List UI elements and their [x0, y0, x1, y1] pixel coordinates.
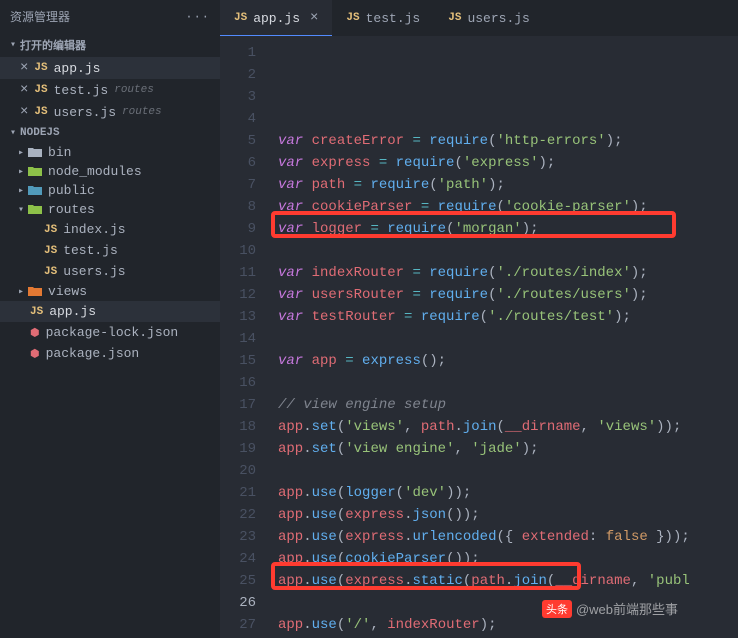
- js-icon: JS: [34, 84, 47, 96]
- code-line[interactable]: app.set('views', path.join(__dirname, 'v…: [268, 416, 738, 438]
- open-editor-item[interactable]: ×JSapp.js: [0, 57, 220, 79]
- js-icon: JS: [234, 12, 247, 24]
- close-icon[interactable]: ×: [20, 60, 28, 76]
- code-line[interactable]: app.use(express.static(path.join(__dirna…: [268, 570, 738, 592]
- code-line[interactable]: var usersRouter = require('./routes/user…: [268, 284, 738, 306]
- folder-node-modules[interactable]: node_modules: [0, 162, 220, 181]
- folder-routes[interactable]: routes: [0, 200, 220, 219]
- tab-bar: JSapp.js×JStest.jsJSusers.js: [220, 0, 738, 36]
- file-item[interactable]: JSindex.js: [0, 219, 220, 240]
- file-app-js[interactable]: JS app.js: [0, 301, 220, 322]
- close-icon[interactable]: ×: [310, 10, 318, 26]
- folder-icon: [28, 204, 42, 215]
- code-content[interactable]: var createError = require('http-errors')…: [268, 36, 738, 638]
- npm-icon: ⬢: [30, 347, 40, 361]
- code-line[interactable]: [268, 328, 738, 350]
- js-icon: JS: [44, 224, 57, 236]
- code-line[interactable]: var path = require('path');: [268, 174, 738, 196]
- tab[interactable]: JSusers.js: [434, 0, 544, 36]
- code-line[interactable]: var createError = require('http-errors')…: [268, 130, 738, 152]
- more-icon[interactable]: ···: [185, 10, 210, 24]
- tab[interactable]: JStest.js: [332, 0, 434, 36]
- file-item[interactable]: JStest.js: [0, 240, 220, 261]
- code-line[interactable]: var app = express();: [268, 350, 738, 372]
- js-icon: JS: [448, 12, 461, 24]
- js-icon: JS: [44, 266, 57, 278]
- js-icon: JS: [346, 12, 359, 24]
- watermark: 头条 @web前端那些事: [542, 599, 678, 618]
- code-line[interactable]: var cookieParser = require('cookie-parse…: [268, 196, 738, 218]
- file-package-json[interactable]: ⬢ package.json: [0, 343, 220, 364]
- code-line[interactable]: var express = require('express');: [268, 152, 738, 174]
- project-section[interactable]: NODEJS: [0, 123, 220, 143]
- close-icon[interactable]: ×: [20, 104, 28, 120]
- code-line[interactable]: var logger = require('morgan');: [268, 218, 738, 240]
- gutter: 1234567891011121314151617181920212223242…: [220, 36, 268, 638]
- editor: JSapp.js×JStest.jsJSusers.js 12345678910…: [220, 0, 738, 638]
- sidebar: 资源管理器 ··· 打开的编辑器 ×JSapp.js×JStest.jsrout…: [0, 0, 220, 638]
- code-line[interactable]: app.use(express.json());: [268, 504, 738, 526]
- code-area[interactable]: 1234567891011121314151617181920212223242…: [220, 36, 738, 638]
- code-line[interactable]: [268, 372, 738, 394]
- close-icon[interactable]: ×: [20, 82, 28, 98]
- js-icon: JS: [44, 245, 57, 257]
- folder-icon: [28, 166, 42, 177]
- code-line[interactable]: [268, 240, 738, 262]
- code-line[interactable]: app.use(logger('dev'));: [268, 482, 738, 504]
- open-editor-item[interactable]: ×JSusers.jsroutes: [0, 101, 220, 123]
- tab[interactable]: JSapp.js×: [220, 0, 332, 36]
- folder-bin[interactable]: bin: [0, 143, 220, 162]
- js-icon: JS: [34, 106, 47, 118]
- file-package-lock[interactable]: ⬢ package-lock.json: [0, 322, 220, 343]
- code-line[interactable]: [268, 460, 738, 482]
- folder-views[interactable]: views: [0, 282, 220, 301]
- npm-icon: ⬢: [30, 326, 40, 340]
- code-line[interactable]: app.use(express.urlencoded({ extended: f…: [268, 526, 738, 548]
- open-editors-section[interactable]: 打开的编辑器: [0, 33, 220, 57]
- code-line[interactable]: // view engine setup: [268, 394, 738, 416]
- code-line[interactable]: var indexRouter = require('./routes/inde…: [268, 262, 738, 284]
- open-editor-item[interactable]: ×JStest.jsroutes: [0, 79, 220, 101]
- code-line[interactable]: app.use(cookieParser());: [268, 548, 738, 570]
- js-icon: JS: [34, 62, 47, 74]
- code-line[interactable]: var testRouter = require('./routes/test'…: [268, 306, 738, 328]
- folder-icon: [28, 147, 42, 158]
- js-icon: JS: [30, 306, 43, 318]
- folder-icon: [28, 286, 42, 297]
- code-line[interactable]: app.set('view engine', 'jade');: [268, 438, 738, 460]
- folder-icon: [28, 185, 42, 196]
- file-item[interactable]: JSusers.js: [0, 261, 220, 282]
- sidebar-header: 资源管理器 ···: [0, 0, 220, 33]
- explorer-title: 资源管理器: [10, 8, 70, 25]
- folder-public[interactable]: public: [0, 181, 220, 200]
